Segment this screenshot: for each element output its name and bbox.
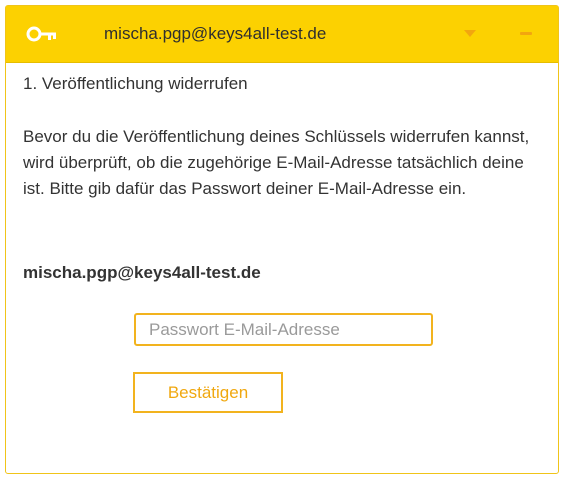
email-address-label: mischa.pgp@keys4all-test.de — [23, 263, 261, 282]
password-input[interactable] — [134, 313, 433, 346]
step-title: 1. Veröffentlichung widerrufen — [23, 74, 248, 93]
key-panel: mischa.pgp@keys4all-test.de 1. Veröffent… — [5, 5, 559, 474]
confirm-button[interactable]: Bestätigen — [133, 372, 283, 413]
header-email-title: mischa.pgp@keys4all-test.de — [104, 24, 327, 43]
panel-header[interactable]: mischa.pgp@keys4all-test.de — [6, 6, 558, 63]
chevron-down-icon[interactable] — [464, 30, 476, 38]
minimize-icon[interactable] — [520, 32, 532, 36]
key-icon — [26, 26, 56, 42]
step-description: Bevor du die Veröffentlichung deines Sch… — [23, 127, 530, 198]
